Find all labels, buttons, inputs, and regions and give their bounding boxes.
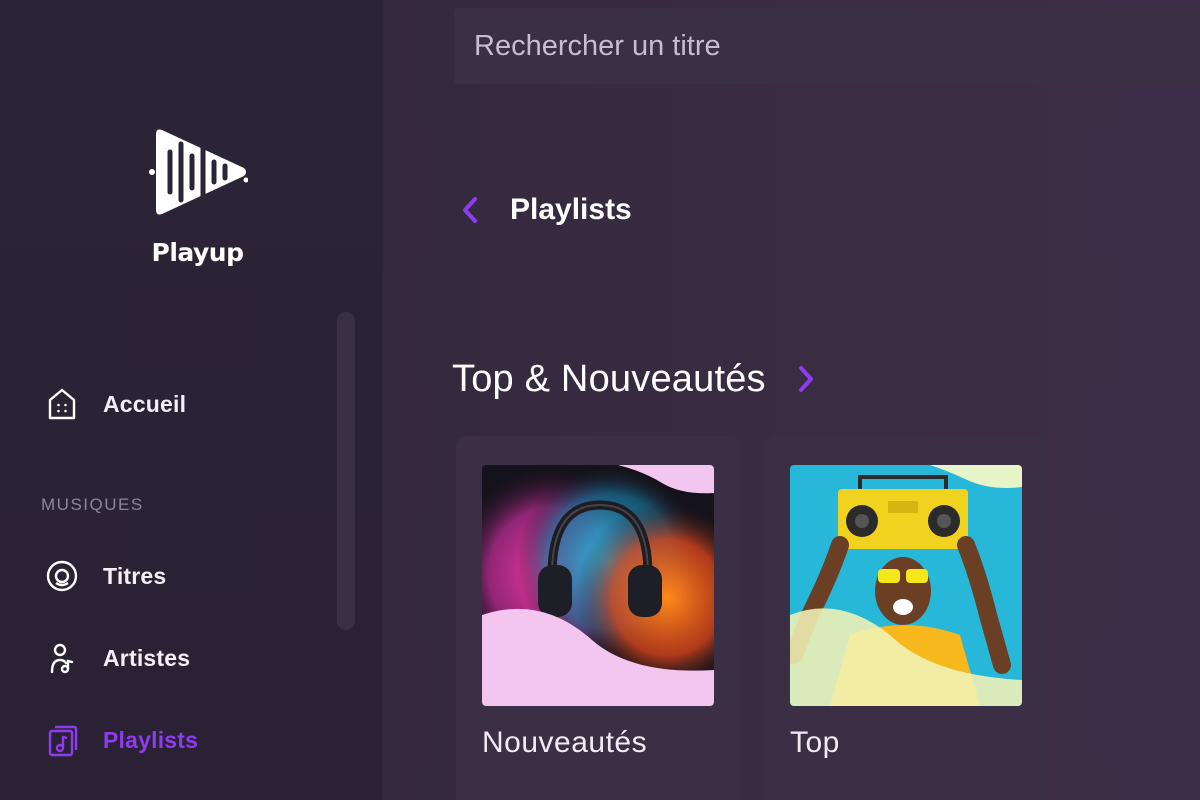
sidebar-section-label: MUSIQUES bbox=[41, 495, 144, 514]
playup-logo-icon bbox=[148, 129, 248, 215]
app-logo[interactable]: Playup bbox=[140, 126, 255, 267]
app-window: Playup Accueil MUSIQUES Titres Artistes … bbox=[0, 0, 1200, 800]
playlist-card-title: Nouveautés bbox=[482, 726, 648, 759]
chevron-left-icon bbox=[463, 197, 477, 223]
sidebar-item-titres[interactable]: Titres bbox=[44, 554, 324, 598]
sidebar-item-label: Titres bbox=[103, 562, 167, 589]
sidebar-item-label: Accueil bbox=[103, 390, 187, 417]
sidebar-item-playlists[interactable]: Playlists bbox=[44, 718, 324, 762]
sidebar-item-artistes[interactable]: Artistes bbox=[44, 636, 324, 680]
disc-icon bbox=[44, 558, 80, 594]
chevron-right-icon bbox=[798, 366, 813, 392]
sidebar-item-accueil[interactable]: Accueil bbox=[44, 382, 324, 426]
artist-icon bbox=[44, 640, 80, 676]
playlist-card-top[interactable]: Top bbox=[764, 436, 1048, 800]
page-header: Playlists bbox=[452, 188, 632, 232]
app-name: Playup bbox=[151, 238, 244, 267]
search-input[interactable] bbox=[474, 29, 1200, 63]
page-title: Playlists bbox=[510, 193, 632, 226]
sidebar-item-label: Artistes bbox=[103, 644, 191, 671]
section-title: Top & Nouveautés bbox=[452, 357, 766, 400]
playlist-cover-image bbox=[790, 465, 1022, 706]
section-next-button[interactable] bbox=[792, 359, 820, 399]
search-bar[interactable] bbox=[454, 8, 1200, 84]
playlist-icon bbox=[44, 722, 80, 758]
section-header: Top & Nouveautés bbox=[452, 352, 820, 406]
playlist-cover-image bbox=[482, 465, 714, 706]
home-icon bbox=[44, 386, 80, 422]
sidebar-scrollbar[interactable] bbox=[337, 312, 355, 630]
sidebar-item-label: Playlists bbox=[103, 726, 199, 753]
playlist-card-nouveautes[interactable]: Nouveautés bbox=[456, 436, 740, 800]
main-content: Playlists Top & Nouveautés bbox=[382, 0, 1200, 800]
back-button[interactable] bbox=[452, 188, 488, 232]
sidebar: Playup Accueil MUSIQUES Titres Artistes … bbox=[0, 0, 382, 800]
playlist-card-title: Top bbox=[790, 726, 840, 759]
